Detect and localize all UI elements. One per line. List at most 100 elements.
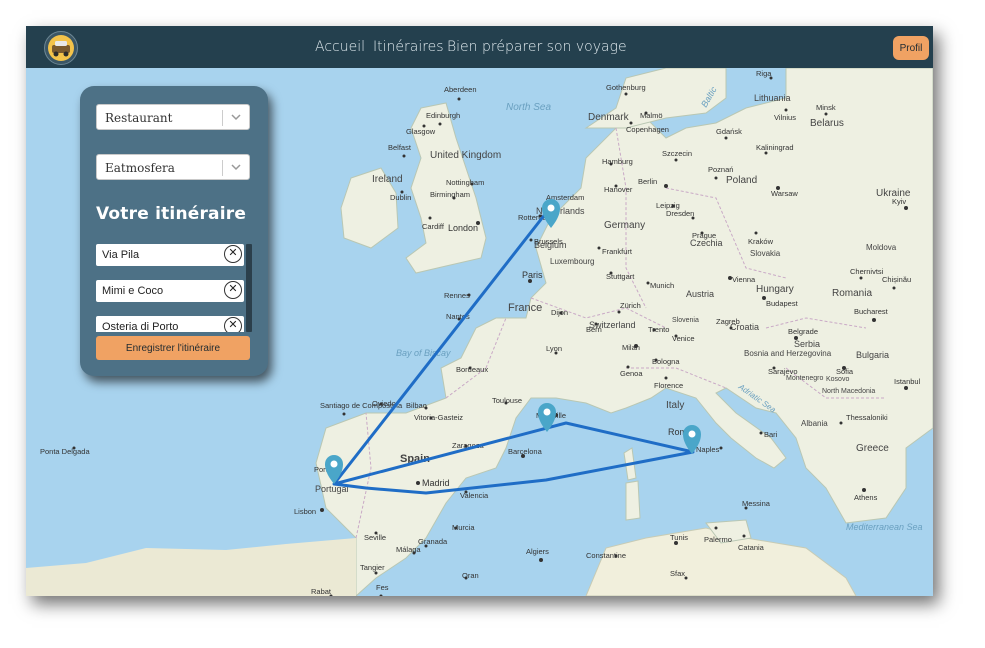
city-palermo: Palermo (704, 535, 732, 544)
city-frankfurt: Frankfurt (602, 247, 633, 256)
remove-stop-icon[interactable]: ✕ (224, 245, 242, 263)
itinerary-stop: Osteria di Porto ✕ (96, 316, 244, 332)
city-bologna: Bologna (652, 357, 680, 366)
nav-link-accueil[interactable]: Accueil (315, 39, 365, 55)
city-kaliningrad: Kaliningrad (756, 143, 794, 152)
city-edinburgh: Edinburgh (426, 111, 460, 120)
city-vilnius: Vilnius (774, 113, 796, 122)
city-belgrade: Belgrade (788, 327, 818, 336)
city-milan: Milan (622, 343, 640, 352)
logo-icon[interactable] (44, 31, 78, 65)
city-oviedo: Oviedo (372, 399, 396, 408)
category-select[interactable]: Restaurant (96, 104, 250, 130)
map-label-luxembourg: Luxembourg (550, 257, 594, 266)
city-madrid: Madrid (422, 478, 450, 488)
city-budapest: Budapest (766, 299, 799, 308)
city-catania: Catania (738, 543, 765, 552)
city-kyiv: Kyiv (892, 197, 906, 206)
city-dublin: Dublin (390, 193, 411, 202)
itinerary-panel: Restaurant Eatmosfera Votre itinéraire V… (80, 86, 268, 376)
city-leipzig: Leipzig (656, 201, 680, 210)
city-barcelona: Barcelona (508, 447, 543, 456)
city-fes: Fes (376, 583, 389, 592)
profile-button[interactable]: Profil (893, 36, 929, 60)
city-belfast: Belfast (388, 143, 412, 152)
map-label-moldova: Moldova (866, 243, 897, 252)
city-algiers: Algiers (526, 547, 549, 556)
city-trento: Trento (648, 325, 669, 334)
city-szczecin: Szczecin (662, 149, 692, 158)
map-label-lithuania: Lithuania (754, 93, 791, 103)
city-tunis: Tunis (670, 533, 688, 542)
city-gothenburg: Gothenburg (606, 83, 646, 92)
map-label-denmark: Denmark (588, 112, 630, 123)
place-select-value: Eatmosfera (105, 161, 175, 175)
itinerary-title: Votre itinéraire (96, 204, 247, 224)
map-label-belarus: Belarus (810, 118, 844, 129)
city-constantine: Constantine (586, 551, 626, 560)
map-label-serbia: Serbia (794, 339, 820, 349)
city-sfax: Sfax (670, 569, 685, 578)
map-label-mediterranean-sea: Mediterranean Sea (846, 522, 923, 532)
map-label-bulgaria: Bulgaria (856, 350, 889, 360)
city-florence: Florence (654, 381, 683, 390)
chevron-down-icon[interactable] (231, 162, 241, 172)
stop-name: Mimi e Coco (102, 285, 164, 297)
city-vitoria: Vitoria-Gasteiz (414, 413, 463, 422)
place-select[interactable]: Eatmosfera (96, 154, 250, 180)
city-bilbao: Bilbao (406, 401, 427, 410)
city-birmingham: Birmingham (430, 190, 470, 199)
map-label-north-macedonia: North Macedonia (822, 388, 875, 395)
map-label-bosnia: Bosnia and Herzegovina (744, 349, 832, 358)
city-toulouse: Toulouse (492, 396, 522, 405)
city-gdansk: Gdańsk (716, 127, 742, 136)
itinerary-stop: Mimi e Coco ✕ (96, 280, 244, 302)
map-label-romania: Romania (832, 288, 872, 299)
city-aberdeen: Aberdeen (444, 85, 477, 94)
chevron-down-icon[interactable] (231, 112, 241, 122)
city-berlin: Berlin (638, 177, 657, 186)
city-oran: Oran (462, 571, 479, 580)
map-label-slovakia: Slovakia (750, 249, 781, 258)
stop-list-scrollbar[interactable] (246, 244, 252, 332)
itinerary-stop-list[interactable]: Via Pila ✕ Mimi e Coco ✕ Osteria di Port… (96, 244, 250, 332)
map-label-uk: United Kingdom (430, 150, 501, 161)
city-munich: Munich (650, 281, 674, 290)
map-label-albania: Albania (801, 419, 828, 428)
city-rennes: Rennes (444, 291, 470, 300)
city-sofia: Sofia (836, 367, 854, 376)
save-itinerary-button[interactable]: Enregistrer l'itinéraire (96, 336, 250, 360)
city-genoa: Genoa (620, 369, 643, 378)
map-label-north-sea: North Sea (506, 102, 551, 113)
map-label-montenegro: Montenegro (786, 375, 823, 382)
map-label-kosovo: Kosovo (826, 376, 849, 383)
app-window: Accueil Itinéraires Bien préparer son vo… (26, 26, 933, 596)
city-bordeaux: Bordeaux (456, 365, 488, 374)
nav-link-preparer-voyage[interactable]: Bien préparer son voyage (447, 39, 627, 55)
city-dijon: Dijon (551, 308, 568, 317)
remove-stop-icon[interactable]: ✕ (224, 281, 242, 299)
select-separator (222, 110, 223, 126)
city-stuttgart: Stuttgart (606, 272, 635, 281)
city-valencia: Valencia (460, 491, 489, 500)
nav-link-itineraires[interactable]: Itinéraires (373, 39, 444, 55)
city-copenhagen: Copenhagen (626, 125, 669, 134)
select-separator (222, 160, 223, 176)
city-brussels: Brussels (534, 237, 563, 246)
city-naples: Naples (696, 445, 720, 454)
city-bari: Bari (764, 430, 778, 439)
top-navbar: Accueil Itinéraires Bien préparer son vo… (26, 26, 933, 68)
remove-stop-icon[interactable]: ✕ (224, 317, 242, 332)
city-vienna: Vienna (732, 275, 756, 284)
city-granada: Granada (418, 537, 448, 546)
city-istanbul: Istanbul (894, 377, 921, 386)
map-label-hungary: Hungary (756, 284, 794, 295)
city-thessaloniki: Thessaloniki (846, 413, 888, 422)
city-zurich: Zürich (620, 301, 641, 310)
map-label-poland: Poland (726, 175, 757, 186)
city-chernivtsi: Chernivtsi (850, 267, 884, 276)
city-krakow: Kraków (748, 237, 774, 246)
city-warsaw: Warsaw (771, 189, 798, 198)
map-label-ireland: Ireland (372, 174, 403, 185)
city-bern: Bern (586, 325, 602, 334)
